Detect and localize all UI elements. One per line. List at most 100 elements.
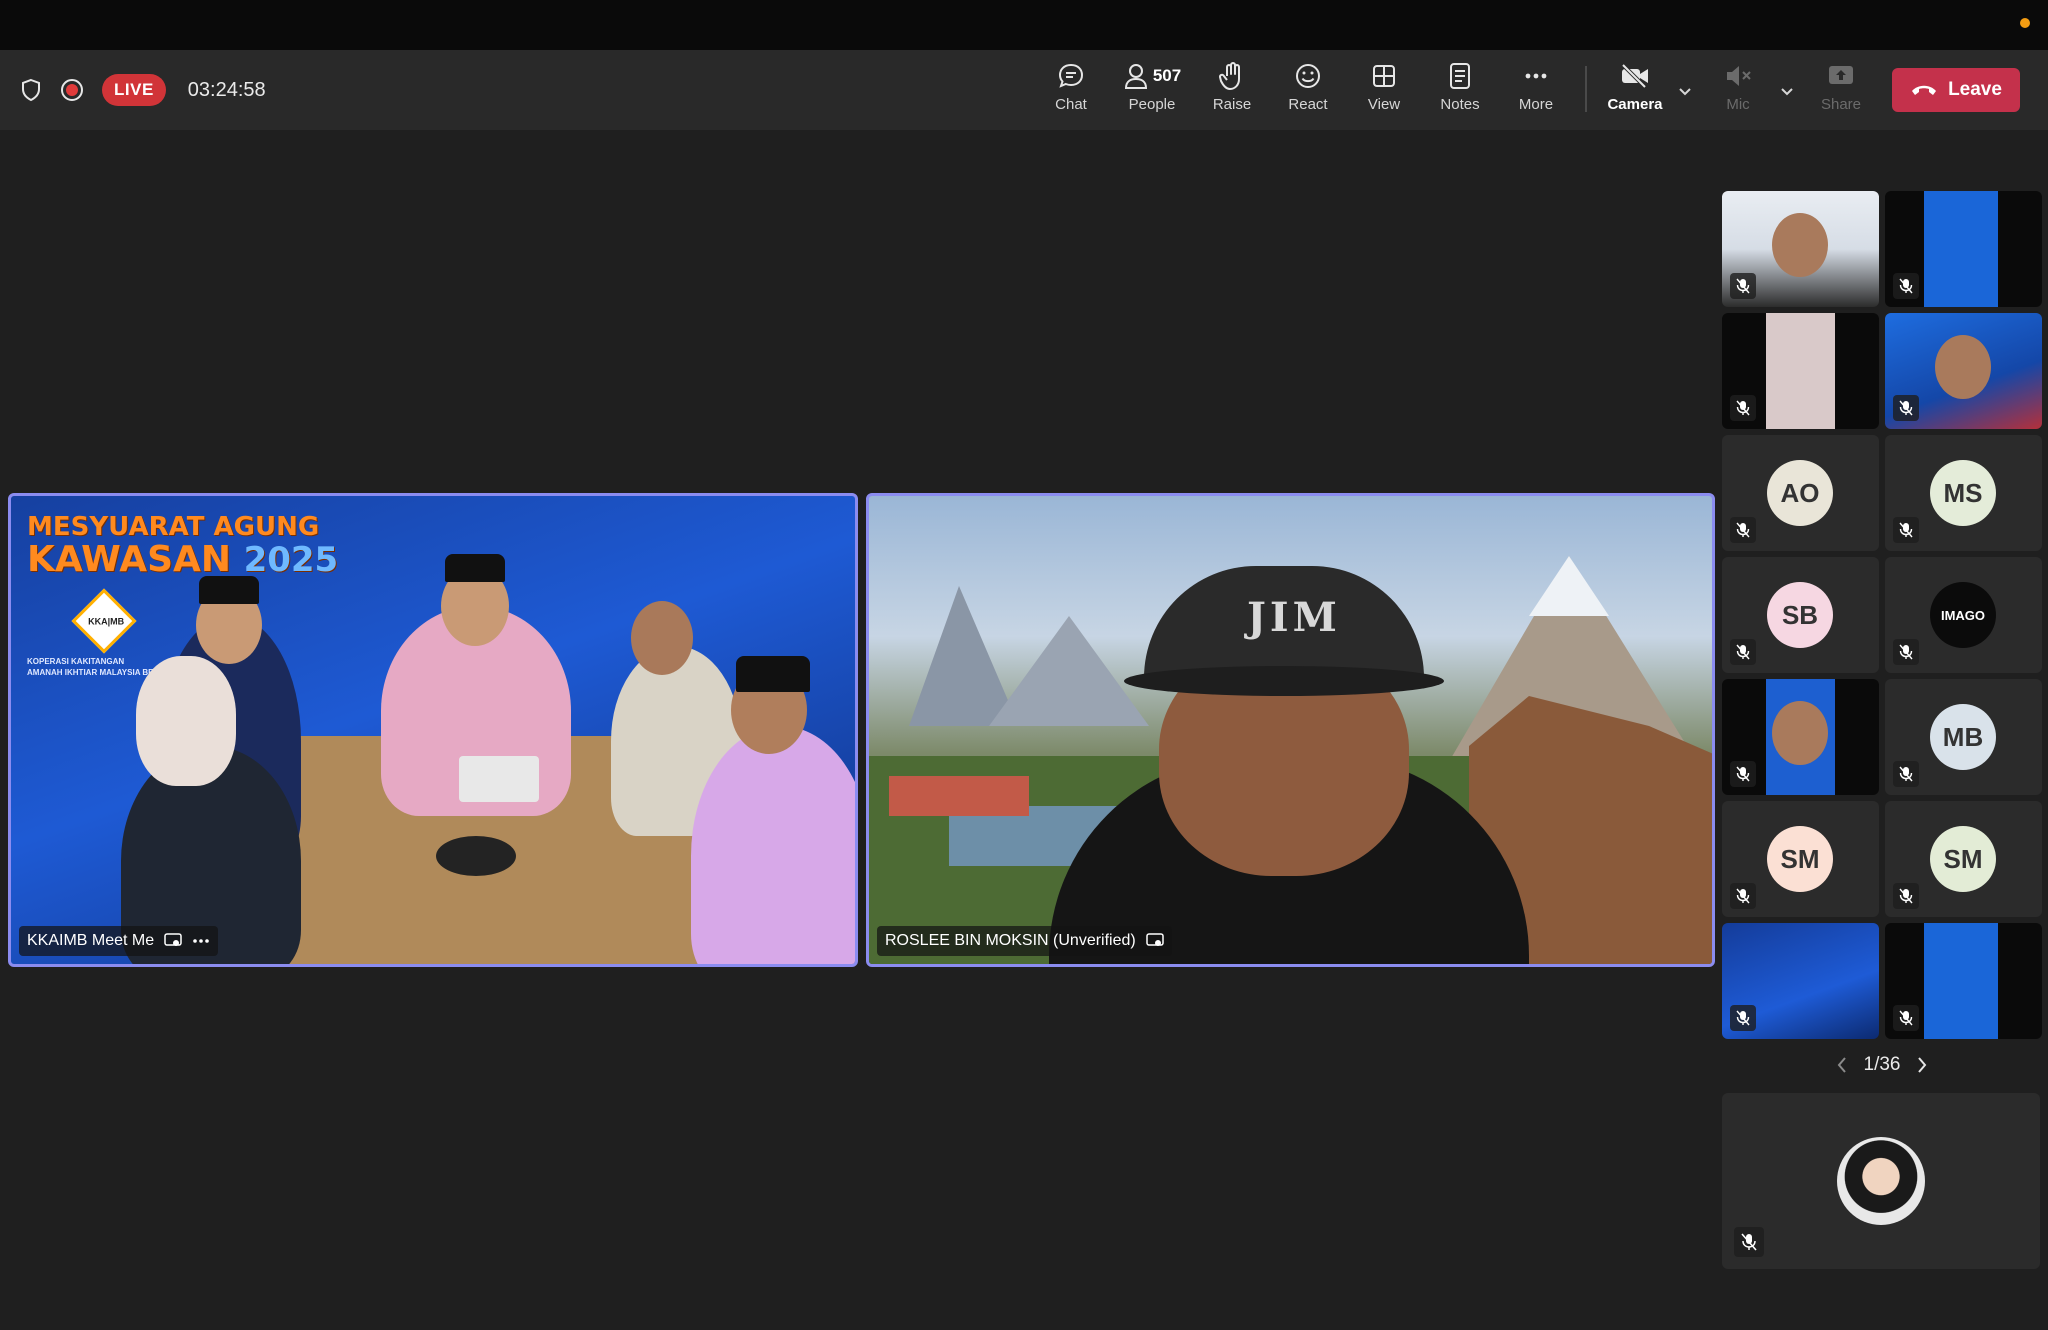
- live-badge[interactable]: LIVE: [102, 74, 166, 106]
- notes-label: Notes: [1440, 96, 1480, 113]
- kkaimb-logo: KKA|MB: [71, 588, 137, 654]
- participant-name-tag: KKAIMB Meet Me: [19, 926, 219, 956]
- page-indicator: 1/36: [1863, 1054, 1901, 1075]
- participant-thumbnail[interactable]: [1885, 923, 2042, 1039]
- mic-muted-icon: [1893, 395, 1919, 421]
- leave-button[interactable]: Leave: [1892, 68, 2020, 112]
- screen-share-icon: [1145, 933, 1164, 946]
- raise-label: Raise: [1212, 96, 1252, 113]
- speaker-muted-icon: [1727, 66, 1751, 86]
- toolbar-divider: [1585, 66, 1587, 112]
- meeting-timer: 03:24:58: [187, 78, 266, 101]
- participant-initials-avatar: SB: [1767, 582, 1833, 648]
- participant-thumbnail[interactable]: [1885, 191, 2042, 307]
- participant-thumbnail[interactable]: [1722, 313, 1879, 429]
- participant-thumbnail[interactable]: SM: [1722, 801, 1879, 917]
- participant-head: [1772, 701, 1828, 765]
- mic-label: Mic: [1726, 96, 1750, 113]
- participant-name: KKAIMB Meet Me: [27, 932, 155, 949]
- meeting-status: LIVE 03:24:58: [20, 50, 266, 130]
- share-upload-icon: [1829, 66, 1853, 84]
- view-button[interactable]: View: [1349, 60, 1419, 120]
- participant-thumbnail[interactable]: [1722, 679, 1879, 795]
- participant-head: [1772, 213, 1828, 277]
- chat-icon: [1058, 63, 1084, 88]
- person-icon: [1124, 64, 1147, 89]
- mic-muted-icon: [1893, 517, 1919, 543]
- camera-options-chevron-icon[interactable]: [1676, 82, 1694, 100]
- react-label: React: [1288, 96, 1328, 113]
- video-tile-roslee[interactable]: JIM ROSLEE BIN MOKSIN (Unverified): [866, 493, 1715, 967]
- video-tile-kkaimb[interactable]: MESYUARAT AGUNG KAWASAN 2025 KKA|MB KOPE…: [8, 493, 858, 967]
- mic-button[interactable]: Mic: [1703, 60, 1773, 120]
- participant-gallery: AO MS SB IMAGO MB SM SM: [1722, 191, 2042, 1051]
- participant-head: [631, 601, 693, 675]
- more-dots-icon: [1525, 73, 1547, 79]
- mic-muted-icon: [1893, 883, 1919, 909]
- participant-thumbnail[interactable]: MS: [1885, 435, 2042, 551]
- more-button[interactable]: More: [1501, 60, 1571, 120]
- os-menu-bar: [0, 0, 2048, 50]
- next-page-arrow-icon[interactable]: [1912, 1053, 1932, 1077]
- participant-thumbnail[interactable]: AO: [1722, 435, 1879, 551]
- more-options-icon[interactable]: [192, 938, 210, 944]
- laptop: [459, 756, 539, 802]
- meeting-toolbar: LIVE 03:24:58 Chat 507 People Raise Reac…: [0, 50, 2048, 130]
- cap-text: JIM: [1247, 594, 1341, 641]
- participant-thumbnail[interactable]: SM: [1885, 801, 2042, 917]
- participant-thumbnail[interactable]: [1722, 923, 1879, 1039]
- mic-muted-icon: [1730, 395, 1756, 421]
- chat-label: Chat: [1055, 96, 1087, 113]
- leave-label: Leave: [1948, 79, 2002, 100]
- event-banner-title: MESYUARAT AGUNG KAWASAN 2025: [27, 514, 338, 578]
- participant-thumbnail[interactable]: IMAGO: [1885, 557, 2042, 673]
- raise-hand-button[interactable]: Raise: [1197, 60, 1267, 120]
- record-icon[interactable]: [60, 78, 84, 102]
- mic-muted-icon: [1893, 761, 1919, 787]
- chat-button[interactable]: Chat: [1036, 60, 1106, 120]
- share-button[interactable]: Share: [1806, 60, 1876, 120]
- react-button[interactable]: React: [1273, 60, 1343, 120]
- view-label: View: [1367, 96, 1401, 113]
- self-view-tile[interactable]: [1722, 1093, 2040, 1269]
- people-button[interactable]: 507 People: [1116, 60, 1188, 120]
- smiley-icon: [1296, 64, 1320, 88]
- participant-initials-avatar: MB: [1930, 704, 1996, 770]
- people-label: People: [1128, 96, 1176, 113]
- banner-line2: KAWASAN: [27, 539, 232, 580]
- participant-head: [1935, 335, 1991, 399]
- phone-hangup-icon: [1912, 85, 1937, 95]
- participant-initials-avatar: AO: [1767, 460, 1833, 526]
- share-label: Share: [1820, 96, 1862, 113]
- previous-page-arrow-icon[interactable]: [1832, 1053, 1852, 1077]
- camera-off-icon: [1621, 63, 1648, 89]
- participant-thumbnail[interactable]: [1722, 191, 1879, 307]
- participant-thumbnail[interactable]: MB: [1885, 679, 2042, 795]
- gallery-pager: 1/36: [1832, 1050, 1932, 1080]
- banner-year: 2025: [243, 540, 339, 580]
- mic-muted-icon: [1730, 761, 1756, 787]
- mic-muted-icon: [1730, 273, 1756, 299]
- meeting-stage: MESYUARAT AGUNG KAWASAN 2025 KKA|MB KOPE…: [0, 130, 2048, 1330]
- participant-cap: [199, 576, 259, 604]
- mic-options-chevron-icon[interactable]: [1778, 82, 1796, 100]
- mic-muted-icon: [1730, 883, 1756, 909]
- notes-button[interactable]: Notes: [1425, 60, 1495, 120]
- mic-muted-icon: [1893, 1005, 1919, 1031]
- more-label: More: [1518, 96, 1554, 113]
- camera-button[interactable]: Camera: [1600, 60, 1670, 120]
- participant-initials-avatar: SM: [1930, 826, 1996, 892]
- logo-text: KKA|MB: [88, 616, 125, 627]
- participant-logo-avatar: IMAGO: [1930, 582, 1996, 648]
- mic-muted-icon: [1734, 1227, 1764, 1257]
- participant-initials-avatar: SM: [1767, 826, 1833, 892]
- self-avatar: [1837, 1137, 1925, 1225]
- participant-thumbnail[interactable]: SB: [1722, 557, 1879, 673]
- participant-thumbnail[interactable]: [1885, 313, 2042, 429]
- participant-name: ROSLEE BIN MOKSIN (Unverified): [885, 932, 1136, 949]
- shield-icon[interactable]: [20, 78, 42, 102]
- org-line1: KOPERASI KAKITANGAN: [27, 657, 125, 666]
- participant-name-tag: ROSLEE BIN MOKSIN (Unverified): [877, 926, 1172, 956]
- recording-indicator-dot: [2020, 18, 2030, 28]
- camera-label: Camera: [1607, 96, 1663, 113]
